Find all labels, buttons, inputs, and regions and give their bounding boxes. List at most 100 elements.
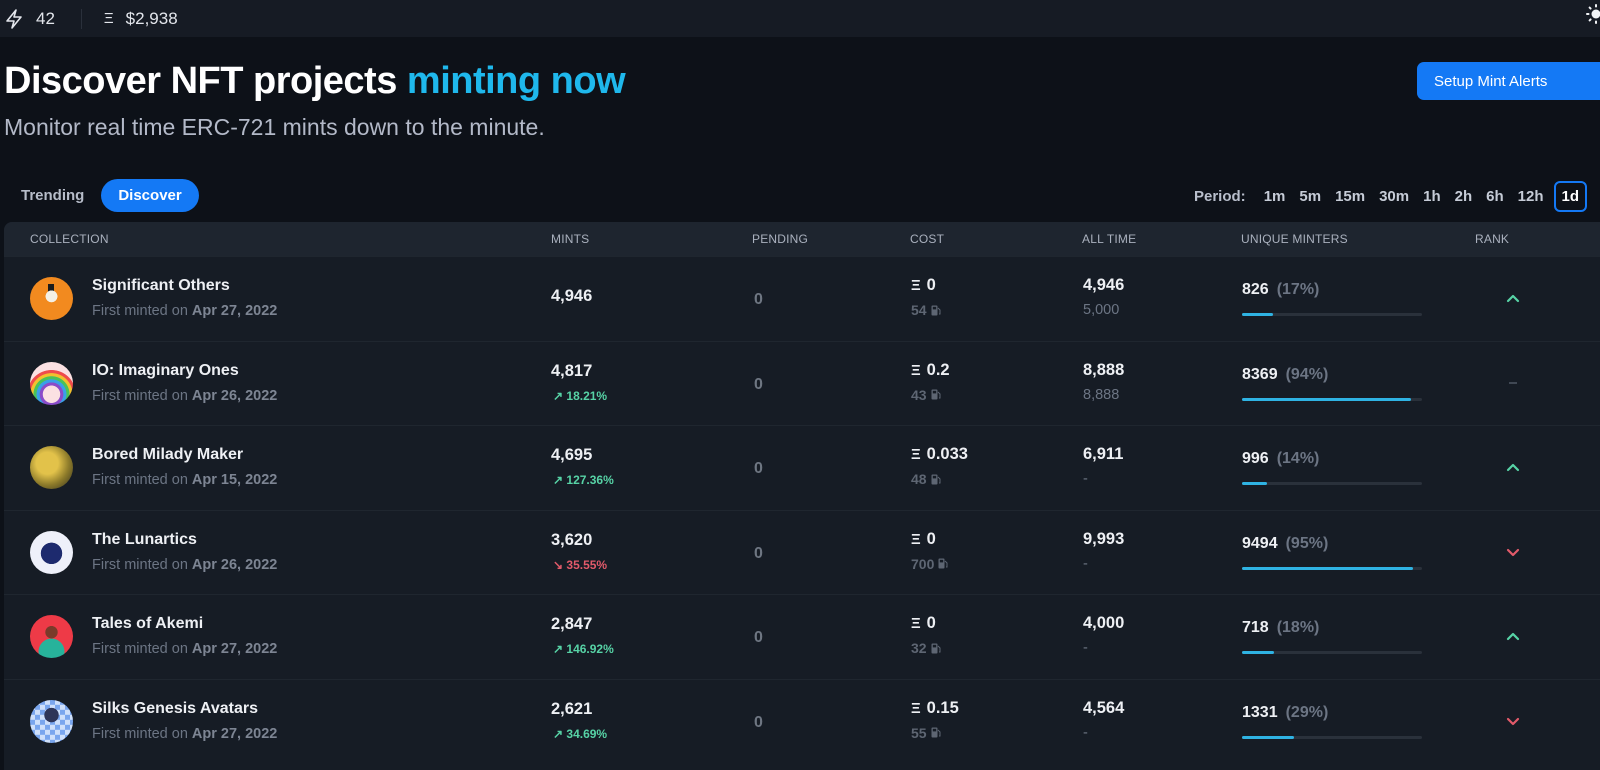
mints-count: 4,817 xyxy=(551,361,593,380)
first-minted-prefix: First minted on xyxy=(92,387,192,404)
gas-cost-value: 700 xyxy=(911,555,935,572)
first-minted-value: Apr 15, 2022 xyxy=(191,472,278,488)
table-row-5[interactable]: Tales of Akemi First minted on Apr 27, 2… xyxy=(4,594,1600,678)
ethereum-icon: Ξ xyxy=(911,530,921,548)
eth-price-stat: Ξ $2,938 xyxy=(104,9,178,29)
period-option-15m[interactable]: 15m xyxy=(1335,188,1365,205)
pending-count: 0 xyxy=(754,629,763,646)
rank-unchanged-icon xyxy=(1509,381,1517,384)
period-option-2h[interactable]: 2h xyxy=(1455,188,1473,205)
trend-arrow-icon: ↗ xyxy=(553,388,564,403)
gas-cost: 43 xyxy=(911,387,941,403)
unique-minters-bar xyxy=(1242,566,1422,570)
max-supply: - xyxy=(1083,471,1088,487)
mints-count: 2,621 xyxy=(551,699,593,718)
period-option-1d[interactable]: 1d xyxy=(1553,181,1588,212)
column-header-mints[interactable]: MINTS xyxy=(551,232,589,246)
first-minted-date: First minted on Apr 27, 2022 xyxy=(92,641,277,657)
unique-minters-percent: (17%) xyxy=(1276,281,1320,298)
table-row-3[interactable]: Bored Milady Maker First minted on Apr 1… xyxy=(4,425,1600,509)
page-title-main: Discover NFT projects xyxy=(4,60,407,102)
all-time-mints: 6,911 xyxy=(1083,445,1124,463)
collection-avatar xyxy=(30,615,73,658)
collection-avatar xyxy=(30,530,73,574)
unique-minters-count: 718 xyxy=(1242,619,1269,636)
ethereum-icon: Ξ xyxy=(911,277,921,294)
table-row-2[interactable]: IO: Imaginary Ones First minted on Apr 2… xyxy=(4,340,1600,425)
collection-name[interactable]: Bored Milady Maker xyxy=(92,446,243,464)
unique-minters-bar xyxy=(1242,397,1422,401)
collection-name[interactable]: IO: Imaginary Ones xyxy=(92,362,239,380)
column-header-pending[interactable]: PENDING xyxy=(752,232,808,246)
mint-cost: Ξ 0.033 xyxy=(911,445,968,464)
column-header-rank[interactable]: RANK xyxy=(1475,232,1509,246)
unique-minters: 8369 (94%) xyxy=(1242,366,1328,384)
max-supply: 5,000 xyxy=(1083,302,1120,318)
page-title: Discover NFT projects minting now xyxy=(4,60,626,103)
tab-trending[interactable]: Trending xyxy=(4,179,101,212)
period-option-5m[interactable]: 5m xyxy=(1299,188,1321,205)
mints-change-value: 18.21% xyxy=(566,388,608,403)
pending-count: 0 xyxy=(754,544,763,562)
collection-name[interactable]: Significant Others xyxy=(92,277,230,295)
collection-name[interactable]: Tales of Akemi xyxy=(92,615,203,633)
period-option-6h[interactable]: 6h xyxy=(1486,188,1504,205)
rank-up-icon xyxy=(1506,632,1520,641)
rank-up-icon xyxy=(1506,463,1520,472)
unique-minters-count: 8369 xyxy=(1242,365,1278,383)
gas-cost-value: 55 xyxy=(911,724,927,741)
unique-minters-bar xyxy=(1242,313,1422,316)
column-header-unique-minters[interactable]: UNIQUE MINTERS xyxy=(1241,232,1348,246)
setup-mint-alerts-button[interactable]: Setup Mint Alerts xyxy=(1417,62,1600,100)
mints-table: COLLECTION MINTS PENDING COST ALL TIME U… xyxy=(4,222,1600,770)
column-header-all-time[interactable]: ALL TIME xyxy=(1082,232,1136,246)
max-supply: - xyxy=(1083,724,1088,741)
table-row-6[interactable]: Silks Genesis Avatars First minted on Ap… xyxy=(4,678,1600,763)
top-bar: 42 Ξ $2,938 xyxy=(0,0,1600,37)
period-option-30m[interactable]: 30m xyxy=(1379,188,1409,205)
unique-minters-percent: (18%) xyxy=(1276,619,1320,636)
trend-arrow-icon: ↘ xyxy=(553,557,564,572)
collection-name[interactable]: Silks Genesis Avatars xyxy=(92,700,258,718)
period-option-1m[interactable]: 1m xyxy=(1264,188,1286,205)
ethereum-icon: Ξ xyxy=(911,361,921,379)
all-time-mints: 4,564 xyxy=(1083,698,1125,717)
gas-pump-icon xyxy=(931,474,941,484)
ethereum-icon: Ξ xyxy=(911,615,921,632)
unique-minters-percent: (29%) xyxy=(1285,703,1329,721)
gas-pump-icon xyxy=(931,305,941,315)
tab-discover[interactable]: Discover xyxy=(101,179,199,212)
max-supply: - xyxy=(1083,555,1088,572)
rank-down-icon xyxy=(1506,717,1520,725)
table-row-1[interactable]: Significant Others First minted on Apr 2… xyxy=(4,256,1600,340)
mints-count: 2,847 xyxy=(551,615,593,633)
first-minted-prefix: First minted on xyxy=(92,641,192,657)
mints-change: ↗ 18.21% xyxy=(553,389,607,403)
first-minted-prefix: First minted on xyxy=(92,303,192,319)
mints-change: ↗ 146.92% xyxy=(553,642,614,656)
mint-cost: Ξ 0.15 xyxy=(911,699,959,718)
column-header-cost[interactable]: COST xyxy=(910,232,944,246)
max-supply: 8,888 xyxy=(1083,386,1120,403)
unique-minters: 9494 (95%) xyxy=(1242,535,1328,553)
trend-arrow-icon: ↗ xyxy=(553,642,564,656)
rank-up-icon xyxy=(1506,294,1520,303)
pending-count: 0 xyxy=(754,713,763,731)
column-header-collection[interactable]: COLLECTION xyxy=(30,232,109,246)
mints-change: ↘ 35.55% xyxy=(553,558,607,572)
mints-change-value: 35.55% xyxy=(566,557,608,572)
unique-minters: 718 (18%) xyxy=(1242,619,1319,637)
collection-name[interactable]: The Lunartics xyxy=(92,531,197,549)
sun-icon[interactable] xyxy=(1586,4,1600,24)
gas-cost-value: 54 xyxy=(911,302,927,318)
table-row-4[interactable]: The Lunartics First minted on Apr 26, 20… xyxy=(4,509,1600,594)
gas-price-value: 42 xyxy=(36,8,55,28)
gas-pump-icon xyxy=(931,389,941,400)
unique-minters: 1331 (29%) xyxy=(1242,704,1328,722)
gas-cost-value: 48 xyxy=(911,471,927,487)
collection-avatar xyxy=(30,446,73,489)
gas-cost: 32 xyxy=(911,640,941,656)
period-option-1h[interactable]: 1h xyxy=(1423,188,1441,205)
all-time-mints: 9,993 xyxy=(1083,529,1125,548)
period-option-12h[interactable]: 12h xyxy=(1518,188,1544,205)
